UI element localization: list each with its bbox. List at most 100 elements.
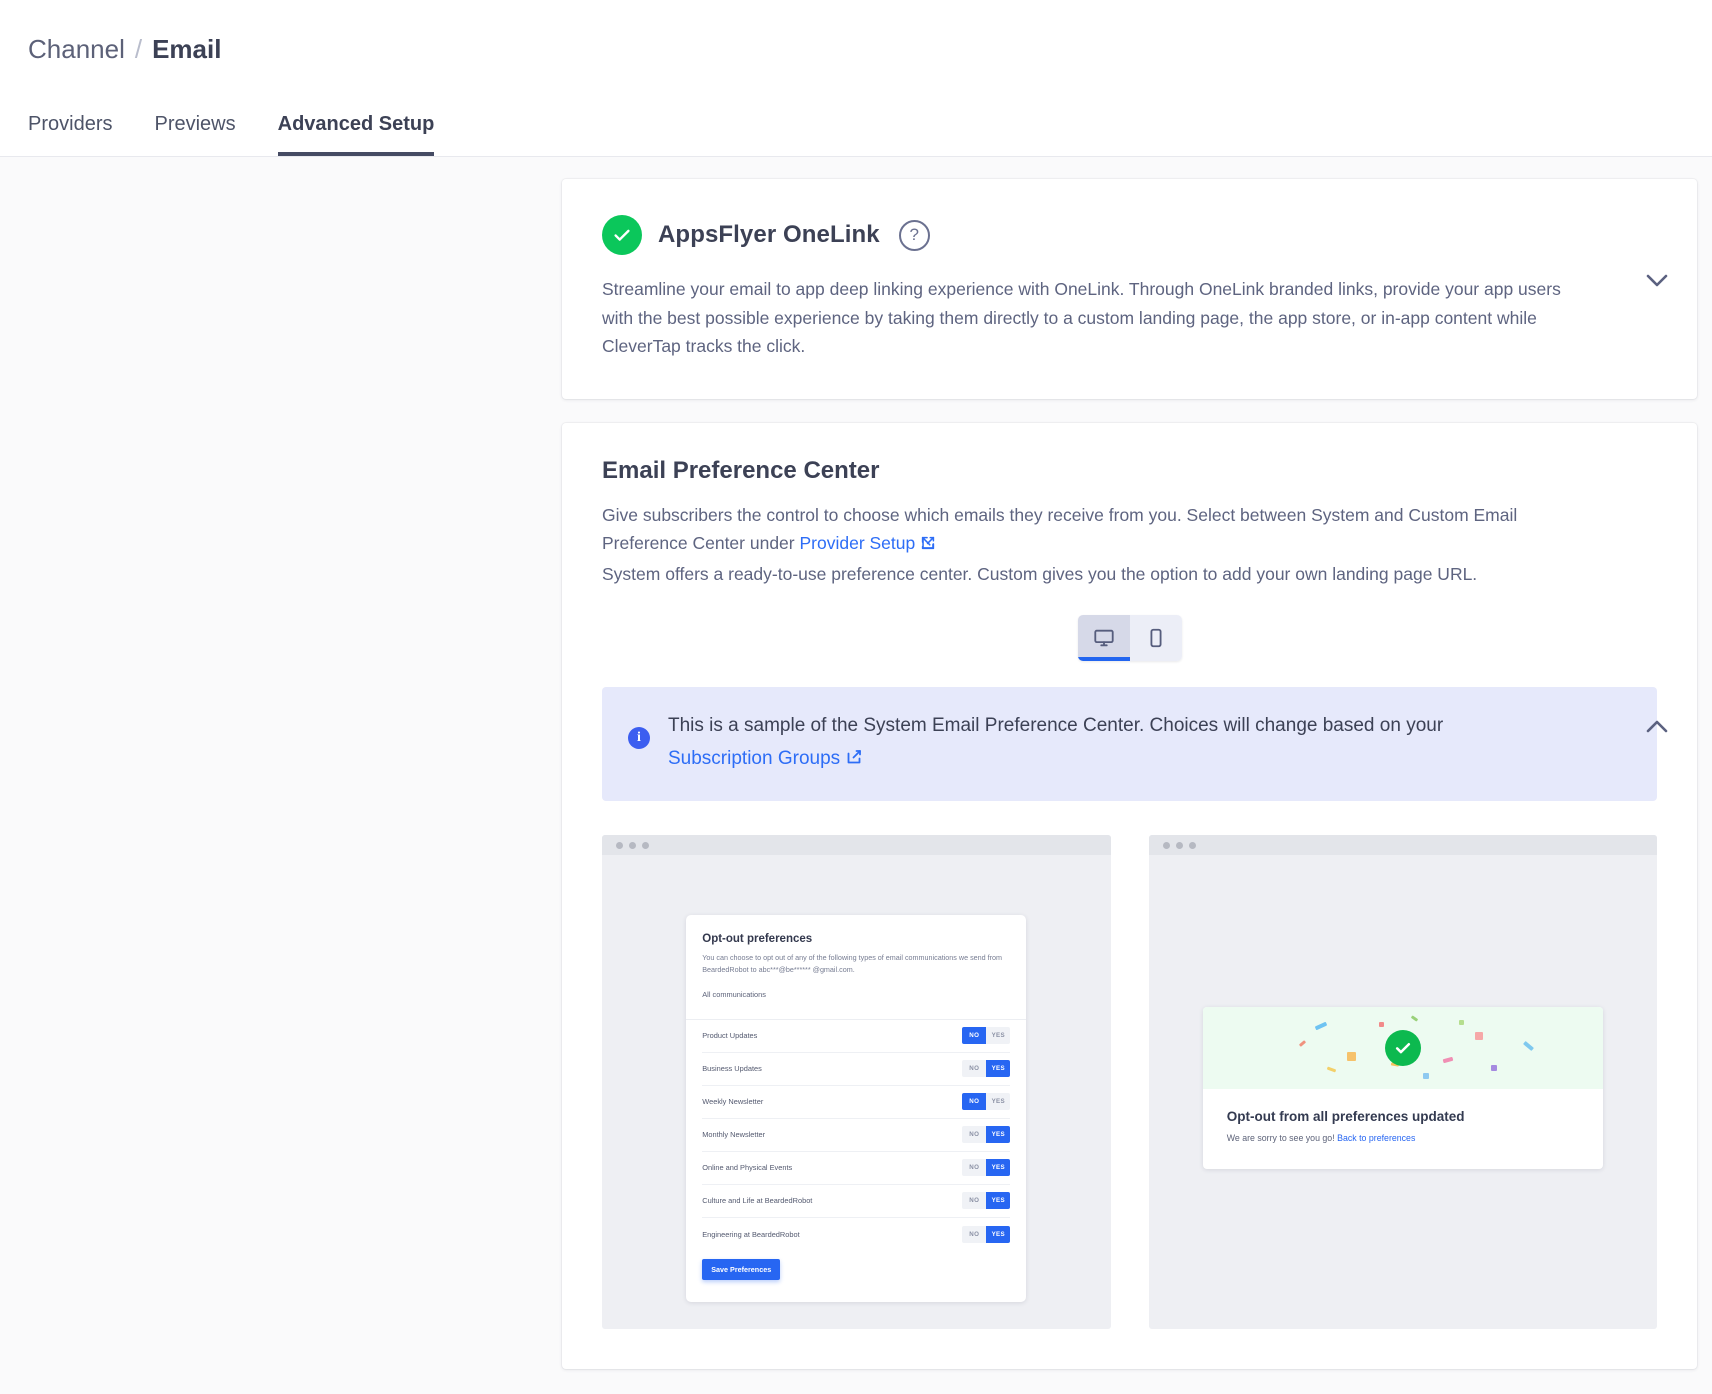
- browser-titlebar: [1148, 835, 1657, 856]
- toggle-no[interactable]: NO: [962, 1225, 987, 1243]
- device-toggle-desktop[interactable]: [1077, 614, 1130, 661]
- epc-description-part2: System offers a ready-to-use preference …: [602, 564, 1478, 585]
- toggle-no[interactable]: NO: [962, 1027, 987, 1045]
- back-to-preferences-link[interactable]: Back to preferences: [1337, 1133, 1415, 1143]
- epc-description-part1: Give subscribers the control to choose w…: [602, 504, 1518, 553]
- chevron-up-icon[interactable]: [1643, 713, 1671, 741]
- toggle-yes[interactable]: YES: [986, 1027, 1011, 1045]
- toggle-no[interactable]: NO: [962, 1126, 987, 1144]
- window-dot: [1175, 841, 1183, 849]
- provider-setup-link[interactable]: Provider Setup: [799, 533, 915, 553]
- cards-column: AppsFlyer OneLink ? Streamline your emai…: [562, 179, 1697, 1393]
- row-label: Weekly Newsletter: [702, 1097, 764, 1107]
- optout-rows: Product Updates NO YES Business Updates: [686, 1020, 1026, 1251]
- preview-browser-preferences: Opt-out preferences You can choose to op…: [602, 835, 1111, 1330]
- epc-title: Email Preference Center: [602, 456, 880, 484]
- page-header: Channel / Email Providers Previews Advan…: [0, 0, 1712, 157]
- row-label: Engineering at BeardedRobot: [702, 1229, 800, 1239]
- device-toggle-group: [602, 614, 1657, 661]
- toggle-yes[interactable]: YES: [986, 1093, 1011, 1111]
- confirmation-card: Opt-out from all preferences updated We …: [1202, 1007, 1603, 1170]
- row-label: Business Updates: [702, 1064, 762, 1074]
- confirmation-message: We are sorry to see you go!: [1226, 1133, 1335, 1144]
- row-label: Monthly Newsletter: [702, 1130, 766, 1140]
- table-row: Engineering at BeardedRobot NO YES: [702, 1218, 1011, 1251]
- window-dot: [629, 841, 636, 849]
- card-appsflyer-onelink: AppsFlyer OneLink ? Streamline your emai…: [562, 179, 1697, 399]
- info-icon: i: [628, 726, 650, 749]
- breadcrumb-current: Email: [152, 33, 222, 64]
- window-dot: [642, 841, 649, 849]
- row-toggle[interactable]: NO YES: [962, 1093, 1011, 1111]
- toggle-yes[interactable]: YES: [986, 1192, 1011, 1210]
- table-row: Culture and Life at BeardedRobot NO YES: [702, 1185, 1011, 1218]
- preview-browser-confirmation: Opt-out from all preferences updated We …: [1148, 835, 1658, 1330]
- confetti-banner: [1202, 1007, 1603, 1090]
- breadcrumb-parent[interactable]: Channel: [28, 34, 125, 65]
- confirmation-body: Opt-out from all preferences updated We …: [1203, 1089, 1603, 1169]
- breadcrumb-separator: /: [134, 33, 143, 64]
- browser-titlebar: [602, 835, 1111, 856]
- monitor-icon: [1093, 627, 1115, 649]
- row-label: Culture and Life at BeardedRobot: [702, 1196, 813, 1206]
- toggle-yes[interactable]: YES: [986, 1225, 1011, 1243]
- window-dot: [616, 841, 623, 849]
- subscription-groups-link[interactable]: Subscription Groups: [668, 748, 840, 769]
- check-circle-icon: [1384, 1030, 1421, 1067]
- row-toggle[interactable]: NO YES: [962, 1060, 1011, 1078]
- table-row: Online and Physical Events NO YES: [702, 1152, 1011, 1185]
- info-banner-text: This is a sample of the System Email Pre…: [668, 709, 1443, 780]
- info-banner: i This is a sample of the System Email P…: [602, 686, 1657, 802]
- chevron-down-icon[interactable]: [1643, 267, 1671, 295]
- optout-group-label: All communications: [702, 989, 766, 999]
- main-content: AppsFlyer OneLink ? Streamline your emai…: [0, 157, 1712, 1376]
- tab-previews[interactable]: Previews: [154, 113, 235, 156]
- epc-description: Give subscribers the control to choose w…: [602, 501, 1562, 589]
- card-email-preference-center: Email Preference Center Give subscribers…: [562, 422, 1697, 1370]
- row-toggle[interactable]: NO YES: [962, 1225, 1011, 1243]
- optout-description: You can choose to opt out of any of the …: [702, 953, 1003, 974]
- toggle-no[interactable]: NO: [962, 1060, 987, 1078]
- window-dot: [1162, 841, 1170, 849]
- window-dot: [1188, 841, 1196, 849]
- toggle-yes[interactable]: YES: [986, 1159, 1011, 1177]
- info-banner-message: This is a sample of the System Email Pre…: [668, 714, 1444, 736]
- onelink-header: AppsFlyer OneLink ?: [602, 215, 1657, 255]
- toggle-no[interactable]: NO: [962, 1159, 987, 1177]
- row-label: Product Updates: [702, 1031, 758, 1041]
- tab-advanced-setup[interactable]: Advanced Setup: [277, 113, 435, 156]
- optout-footer: Save Preferences: [686, 1251, 1026, 1302]
- toggle-yes[interactable]: YES: [986, 1060, 1011, 1078]
- toggle-no[interactable]: NO: [962, 1192, 987, 1210]
- row-toggle[interactable]: NO YES: [962, 1192, 1011, 1210]
- row-toggle[interactable]: NO YES: [962, 1027, 1011, 1045]
- external-link-icon[interactable]: [919, 532, 937, 560]
- preview-panels: Opt-out preferences You can choose to op…: [602, 835, 1658, 1330]
- toggle-yes[interactable]: YES: [986, 1126, 1011, 1144]
- onelink-title: AppsFlyer OneLink: [658, 221, 880, 248]
- breadcrumb: Channel / Email: [0, 26, 1712, 72]
- save-preferences-button[interactable]: Save Preferences: [702, 1258, 781, 1280]
- table-row: Product Updates NO YES: [702, 1020, 1011, 1053]
- toggle-no[interactable]: NO: [962, 1093, 987, 1111]
- table-row: Weekly Newsletter NO YES: [702, 1086, 1011, 1119]
- browser-viewport: Opt-out from all preferences updated We …: [1149, 855, 1658, 1329]
- mobile-icon: [1145, 627, 1167, 649]
- row-toggle[interactable]: NO YES: [962, 1159, 1011, 1177]
- confirmation-subtext: We are sorry to see you go! Back to pref…: [1227, 1133, 1579, 1143]
- check-circle-icon: [602, 215, 642, 255]
- tab-providers[interactable]: Providers: [28, 113, 112, 156]
- onelink-description: Streamline your email to app deep linkin…: [602, 279, 1561, 357]
- table-row: Monthly Newsletter NO YES: [702, 1119, 1011, 1152]
- device-toggle: [1077, 614, 1182, 661]
- browser-viewport: Opt-out preferences You can choose to op…: [602, 855, 1111, 1329]
- row-toggle[interactable]: NO YES: [962, 1126, 1011, 1144]
- external-link-icon[interactable]: [844, 745, 864, 779]
- tab-bar: Providers Previews Advanced Setup: [0, 72, 1712, 156]
- optout-preferences-card: Opt-out preferences You can choose to op…: [686, 915, 1027, 1302]
- optout-header: Opt-out preferences You can choose to op…: [686, 915, 1027, 1020]
- table-row: Business Updates NO YES: [702, 1053, 1011, 1086]
- confirmation-heading: Opt-out from all preferences updated: [1226, 1109, 1465, 1125]
- help-icon[interactable]: ?: [898, 219, 930, 251]
- device-toggle-mobile[interactable]: [1129, 614, 1182, 661]
